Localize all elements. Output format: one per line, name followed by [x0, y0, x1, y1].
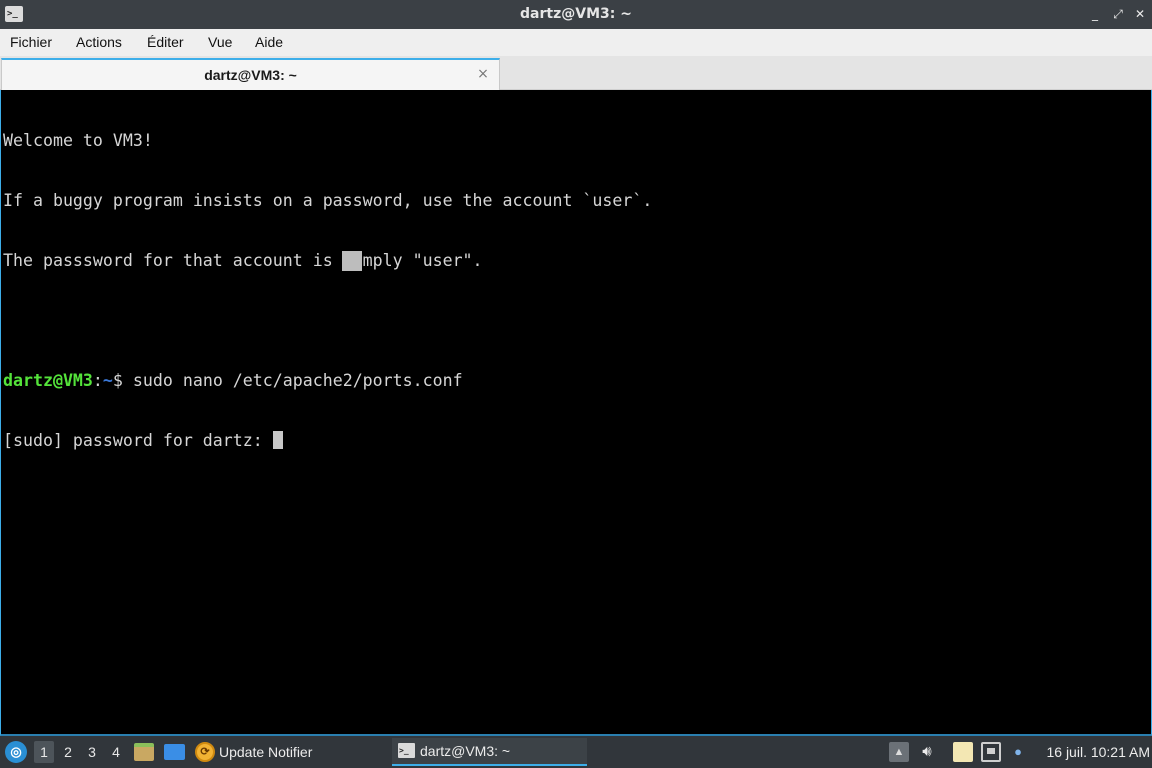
window-titlebar[interactable]: >_ dartz@VM3: ~ _ ⤢ ✕ — [0, 0, 1152, 29]
tab-terminal[interactable]: dartz@VM3: ~ × — [1, 58, 500, 90]
notification-icon[interactable]: ● — [1008, 742, 1028, 762]
minimize-button[interactable]: _ — [1086, 5, 1104, 23]
command-line: dartz@VM3:~$ sudo nano /etc/apache2/port… — [3, 371, 652, 391]
mouse-cursor-block — [342, 251, 362, 271]
motd-line: The passsword for that account is simply… — [3, 251, 483, 270]
menu-aide[interactable]: Aide — [255, 29, 283, 56]
prompt-separator: : — [92, 371, 103, 390]
menu-vue[interactable]: Vue — [208, 29, 232, 56]
update-notifier-icon: ⟳ — [195, 742, 215, 762]
file-manager-icon[interactable] — [134, 743, 154, 761]
volume-icon[interactable]: 🔊︎ — [917, 742, 937, 762]
show-desktop-icon[interactable] — [164, 744, 185, 760]
tab-label: dartz@VM3: ~ — [204, 67, 297, 83]
motd-line: If a buggy program insists on a password… — [3, 191, 653, 210]
prompt-path: ~ — [102, 371, 113, 390]
workspace-2[interactable]: 2 — [58, 741, 78, 763]
sudo-prompt-line: [sudo] password for dartz: — [3, 431, 652, 451]
prompt-user-host: dartz@VM3 — [3, 371, 93, 390]
workspace-3[interactable]: 3 — [82, 741, 102, 763]
terminal-icon: >_ — [398, 743, 415, 758]
network-icon[interactable] — [981, 742, 1001, 762]
command-text: sudo nano /etc/apache2/ports.conf — [132, 371, 463, 390]
prompt-symbol: $ — [112, 371, 133, 390]
window-title: dartz@VM3: ~ — [520, 6, 632, 22]
taskbar-terminal-label: dartz@VM3: ~ — [420, 743, 511, 759]
tab-close-icon[interactable]: × — [475, 66, 491, 82]
menu-bar: Fichier Actions Éditer Vue Aide — [0, 29, 1152, 56]
clipboard-icon[interactable] — [953, 742, 973, 762]
motd-line: Welcome to VM3! — [3, 131, 153, 150]
terminal-output: Welcome to VM3! If a buggy program insis… — [3, 91, 652, 491]
update-notifier-label: Update Notifier — [219, 744, 313, 760]
clock[interactable]: 16 juil. 10:21 AM — [1030, 736, 1150, 768]
menu-fichier[interactable]: Fichier — [10, 29, 52, 56]
maximize-button[interactable]: ⤢ — [1109, 5, 1127, 23]
close-button[interactable]: ✕ — [1131, 5, 1149, 23]
workspace-1[interactable]: 1 — [34, 741, 54, 763]
sudo-prompt: [sudo] password for dartz: — [3, 431, 273, 450]
terminal-view[interactable]: Welcome to VM3! If a buggy program insis… — [0, 90, 1152, 736]
text-cursor — [272, 431, 283, 449]
menu-editer[interactable]: Éditer — [147, 29, 184, 56]
taskbar-terminal-button[interactable]: >_ dartz@VM3: ~ — [392, 738, 587, 766]
menu-actions[interactable]: Actions — [76, 29, 122, 56]
tab-bar: dartz@VM3: ~ × — [0, 56, 1152, 90]
tray-arrow-icon[interactable]: ▲ — [889, 742, 909, 762]
taskbar: ◎ 1 2 3 4 ⟳ Update Notifier >_ dartz@VM3… — [0, 736, 1152, 768]
workspace-4[interactable]: 4 — [106, 741, 126, 763]
lubuntu-logo-icon[interactable]: ◎ — [5, 741, 27, 763]
